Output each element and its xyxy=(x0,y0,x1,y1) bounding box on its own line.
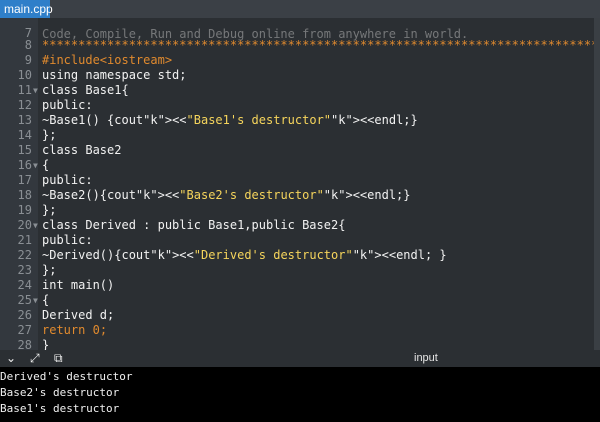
code-line: 13 ~Base1() {cout"k"><<"Base1's destructo… xyxy=(17,113,418,127)
code-line: 24 int main() xyxy=(17,278,115,292)
code-line: 26 Derived d; xyxy=(17,308,115,322)
code-line: 20 ▼ class Derived : public Base1,public B… xyxy=(17,218,346,233)
editor-scrollbar[interactable] xyxy=(594,18,600,350)
code-line: 15 class Base2 xyxy=(17,143,122,157)
input-tab-label[interactable]: input xyxy=(414,350,438,367)
code-editor[interactable]: Code, Compile, Run and Debug online from… xyxy=(0,18,600,350)
copy-icon[interactable]: ⧉ xyxy=(54,350,63,367)
fold-marker-icon[interactable]: ▼ xyxy=(33,83,38,98)
code-line: 25 ▼{ xyxy=(17,293,50,308)
code-line: 17 public: xyxy=(17,173,93,187)
code-line: 12 public: xyxy=(17,98,93,112)
console-output-line: Base2's destructor xyxy=(0,386,120,399)
output-toolbar: ⌄ ⤢ ⧉ input xyxy=(0,350,600,367)
code-line: 22 ~Derived(){cout"k"><<"Derived's destru… xyxy=(17,248,447,262)
fold-marker-icon[interactable]: ▼ xyxy=(33,158,38,173)
code-line: 10 using namespace std; xyxy=(17,68,187,82)
code-line: 16 ▼{ xyxy=(17,158,50,173)
code-line: 18 ~Base2(){cout"k"><<"Base2's destructor… xyxy=(17,188,411,202)
tab-main-cpp[interactable]: main.cpp xyxy=(0,0,53,18)
console-output-line: Base1's destructor xyxy=(0,402,120,415)
chevron-down-icon[interactable]: ⌄ xyxy=(6,350,16,367)
code-line: 11 ▼ class Base1{ xyxy=(17,83,129,98)
console-output-line: Derived's destructor xyxy=(0,370,133,383)
code-line: 19}; xyxy=(17,203,57,217)
code-line: 28} xyxy=(17,338,50,350)
code-line: 8 ***************************************… xyxy=(24,38,600,52)
fold-marker-icon[interactable]: ▼ xyxy=(33,218,38,233)
code-line: 9 #include<iostream> xyxy=(24,53,173,67)
code-line: 23}; xyxy=(17,263,57,277)
code-line: 21 public: xyxy=(17,233,93,247)
fold-marker-icon[interactable]: ▼ xyxy=(33,293,38,308)
code-line: 14}; xyxy=(17,128,57,142)
tab-bar: main.cpp xyxy=(0,0,600,18)
expand-icon[interactable]: ⤢ xyxy=(30,350,40,367)
code-line: 27 return 0; xyxy=(17,323,108,337)
output-console: Derived's destructor Base2's destructor … xyxy=(0,367,600,422)
